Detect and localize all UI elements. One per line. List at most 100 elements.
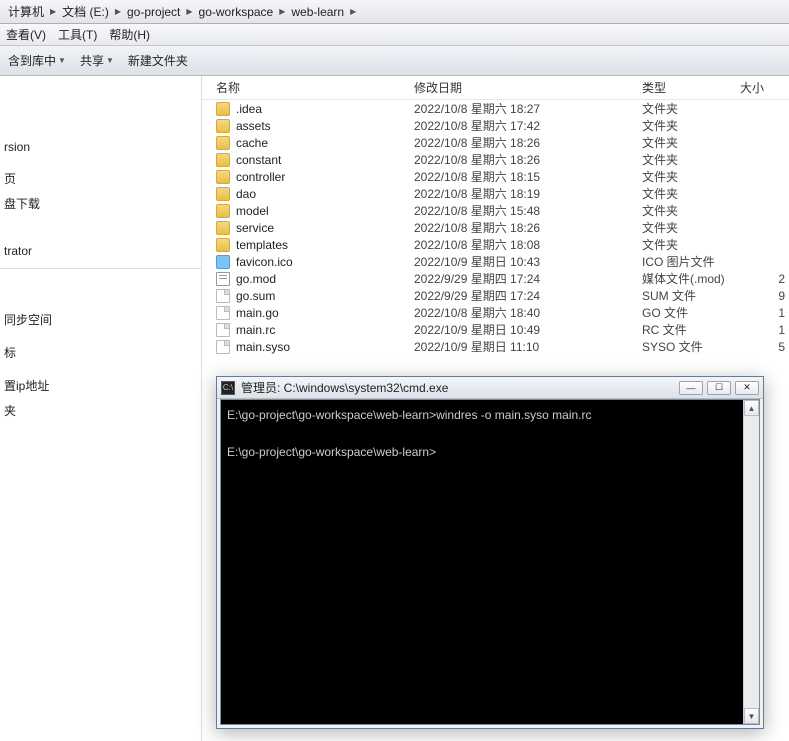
file-icon <box>216 255 230 269</box>
sidebar-item[interactable]: 标 <box>0 340 201 365</box>
minimize-button[interactable]: — <box>679 381 703 395</box>
file-date: 2022/9/29 星期四 17:24 <box>414 287 642 304</box>
file-type: ICO 图片文件 <box>642 253 740 270</box>
folder-icon <box>216 204 230 218</box>
address-bar[interactable]: 计算机▶ 文档 (E:)▶ go-project▶ go-workspace▶ … <box>0 0 789 24</box>
sidebar-item[interactable]: 页 <box>0 166 201 191</box>
file-date: 2022/10/8 星期六 15:48 <box>414 202 642 219</box>
file-row[interactable]: controller2022/10/8 星期六 18:15文件夹 <box>202 168 789 185</box>
file-type: 文件夹 <box>642 100 740 117</box>
file-row[interactable]: cache2022/10/8 星期六 18:26文件夹 <box>202 134 789 151</box>
file-row[interactable]: assets 2022/10/8 星期六 17:42文件夹 <box>202 117 789 134</box>
file-row[interactable]: .idea2022/10/8 星期六 18:27文件夹 <box>202 100 789 117</box>
breadcrumb-folder[interactable]: go-project <box>123 0 184 23</box>
folder-icon <box>216 238 230 252</box>
scroll-down-icon[interactable]: ▼ <box>744 708 759 724</box>
sidebar-item[interactable]: 夹 <box>0 398 201 423</box>
file-row[interactable]: go.sum2022/9/29 星期四 17:24SUM 文件9 <box>202 287 789 304</box>
chevron-right-icon: ▶ <box>277 7 287 16</box>
file-type: SYSO 文件 <box>642 338 740 355</box>
file-name: constant <box>236 153 281 167</box>
file-name: assets <box>236 119 271 133</box>
file-date: 2022/10/8 星期六 17:42 <box>414 117 642 134</box>
file-type: 文件夹 <box>642 168 740 185</box>
file-type: RC 文件 <box>642 321 740 338</box>
file-name: templates <box>236 238 288 252</box>
file-type: GO 文件 <box>642 304 740 321</box>
file-type: 文件夹 <box>642 202 740 219</box>
new-folder-button[interactable]: 新建文件夹 <box>128 52 188 69</box>
file-row[interactable]: constant2022/10/8 星期六 18:26文件夹 <box>202 151 789 168</box>
sidebar-item[interactable]: trator <box>0 240 201 262</box>
column-modified[interactable]: 修改日期 <box>414 79 642 96</box>
column-name[interactable]: 名称 <box>202 79 414 96</box>
file-name: main.go <box>236 306 279 320</box>
breadcrumb-drive[interactable]: 文档 (E:) <box>58 0 113 23</box>
sidebar-item[interactable]: rsion <box>0 136 201 158</box>
file-row[interactable]: templates2022/10/8 星期六 18:08文件夹 <box>202 236 789 253</box>
menu-tools[interactable]: 工具(T) <box>58 26 97 43</box>
file-type: 文件夹 <box>642 236 740 253</box>
file-type: 文件夹 <box>642 185 740 202</box>
breadcrumb-computer[interactable]: 计算机 <box>4 0 48 23</box>
file-date: 2022/10/8 星期六 18:26 <box>414 134 642 151</box>
column-size[interactable]: 大小 <box>740 79 789 96</box>
file-name: .idea <box>236 102 262 116</box>
file-rows: .idea2022/10/8 星期六 18:27文件夹 assets 2022/10… <box>202 100 789 355</box>
file-row[interactable]: main.syso2022/10/9 星期日 11:10SYSO 文件5 <box>202 338 789 355</box>
file-type: 文件夹 <box>642 117 740 134</box>
sidebar-item[interactable]: 置ip地址 <box>0 373 201 398</box>
menu-view[interactable]: 查看(V) <box>6 26 46 43</box>
file-name: go.mod <box>236 272 276 286</box>
file-icon <box>216 306 230 320</box>
close-button[interactable]: ✕ <box>735 381 759 395</box>
breadcrumb-folder[interactable]: web-learn <box>287 0 348 23</box>
file-icon <box>216 272 230 286</box>
file-row[interactable]: model2022/10/8 星期六 15:48文件夹 <box>202 202 789 219</box>
file-date: 2022/10/9 星期日 10:49 <box>414 321 642 338</box>
chevron-right-icon: ▶ <box>184 7 194 16</box>
include-in-library-button[interactable]: 含到库中▼ <box>8 52 66 69</box>
folder-icon <box>216 153 230 167</box>
file-type: 文件夹 <box>642 134 740 151</box>
menu-help[interactable]: 帮助(H) <box>109 26 150 43</box>
folder-icon <box>216 136 230 150</box>
file-name: go.sum <box>236 289 275 303</box>
cmd-titlebar[interactable]: C:\ 管理员: C:\windows\system32\cmd.exe — ☐… <box>217 377 763 399</box>
file-icon <box>216 340 230 354</box>
file-size: 2 <box>740 272 789 286</box>
file-row[interactable]: main.go2022/10/8 星期六 18:40GO 文件1 <box>202 304 789 321</box>
file-name: dao <box>236 187 256 201</box>
breadcrumb-folder[interactable]: go-workspace <box>195 0 278 23</box>
column-type[interactable]: 类型 <box>642 79 740 96</box>
file-size: 1 <box>740 323 789 337</box>
file-type: 文件夹 <box>642 219 740 236</box>
file-row[interactable]: main.rc2022/10/9 星期日 10:49RC 文件1 <box>202 321 789 338</box>
cmd-window[interactable]: C:\ 管理员: C:\windows\system32\cmd.exe — ☐… <box>216 376 764 729</box>
maximize-button[interactable]: ☐ <box>707 381 731 395</box>
sidebar-item[interactable]: 盘下载 <box>0 191 201 216</box>
scroll-up-icon[interactable]: ▲ <box>744 400 759 416</box>
file-date: 2022/10/8 星期六 18:26 <box>414 219 642 236</box>
share-button[interactable]: 共享▼ <box>80 52 114 69</box>
main-area: rsion 页 盘下载 trator 同步空间 标 置ip地址 夹 名称 修改日… <box>0 76 789 741</box>
chevron-down-icon: ▼ <box>106 56 114 65</box>
sidebar-item[interactable]: 同步空间 <box>0 307 201 332</box>
file-row[interactable]: service2022/10/8 星期六 18:26文件夹 <box>202 219 789 236</box>
file-size: 5 <box>740 340 789 354</box>
cmd-app-icon: C:\ <box>221 381 235 395</box>
file-row[interactable]: go.mod2022/9/29 星期四 17:24媒体文件(.mod)2 <box>202 270 789 287</box>
folder-icon <box>216 119 230 133</box>
file-date: 2022/10/8 星期六 18:26 <box>414 151 642 168</box>
cmd-output[interactable]: E:\go-project\go-workspace\web-learn>win… <box>221 400 743 724</box>
file-date: 2022/10/8 星期六 18:15 <box>414 168 642 185</box>
file-icon <box>216 323 230 337</box>
chevron-right-icon: ▶ <box>348 7 358 16</box>
navigation-sidebar[interactable]: rsion 页 盘下载 trator 同步空间 标 置ip地址 夹 <box>0 76 202 741</box>
file-row[interactable]: favicon.ico2022/10/9 星期日 10:43ICO 图片文件 <box>202 253 789 270</box>
column-headers[interactable]: 名称 修改日期 类型 大小 <box>202 76 789 100</box>
file-row[interactable]: dao2022/10/8 星期六 18:19文件夹 <box>202 185 789 202</box>
file-date: 2022/10/9 星期日 10:43 <box>414 253 642 270</box>
toolbar: 含到库中▼ 共享▼ 新建文件夹 <box>0 46 789 76</box>
cmd-scrollbar[interactable]: ▲ ▼ <box>743 400 759 724</box>
